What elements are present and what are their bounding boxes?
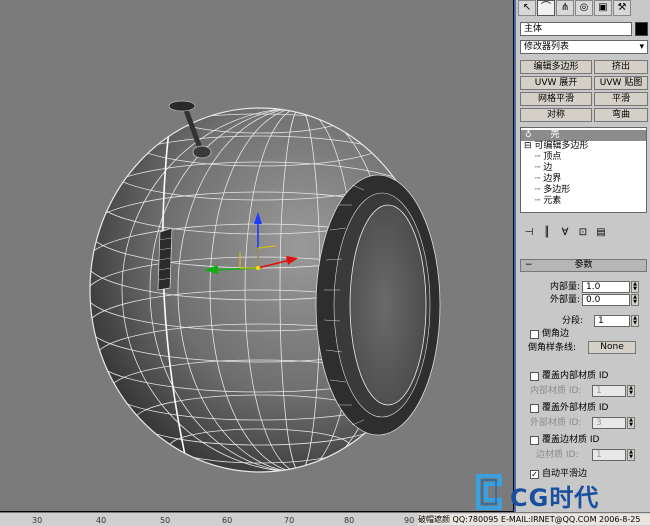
segments-spinner[interactable]: ▲ ▼ [631, 315, 639, 327]
modifier-button-extrude[interactable]: 挤出 [594, 60, 648, 74]
make-unique-icon[interactable]: ∀ [558, 226, 572, 239]
hierarchy-tab-icon[interactable]: ⋔ [556, 0, 574, 16]
create-tab-icon[interactable]: ↖ [518, 0, 536, 16]
modifier-button-bend[interactable]: 弯曲 [594, 108, 648, 122]
inner-amount-field[interactable]: 1.0 [582, 281, 630, 293]
stack-subobject-element[interactable]: ┈ 元素 [535, 196, 561, 207]
override-outer-mat-checkbox[interactable] [530, 404, 539, 413]
inner-mat-label: 内部材质 ID: [530, 386, 582, 396]
bevel-edges-checkbox[interactable] [530, 330, 539, 339]
outer-mat-label: 外部材质 ID: [530, 418, 582, 428]
override-edge-mat-checkbox[interactable] [530, 436, 539, 445]
stack-subobject-polygon[interactable]: ┈ 多边形 [535, 185, 570, 196]
modifier-button-uvw-map[interactable]: UVW 贴图 [594, 76, 648, 90]
configure-sets-icon[interactable]: ▤ [594, 226, 608, 239]
outer-amount-spinner[interactable]: ▲ ▼ [631, 294, 639, 306]
stack-subobject-border-label: 边界 [543, 174, 562, 184]
bevel-spline-label: 倒角样条线: [528, 343, 577, 353]
bevel-edges-label: 倒角边 [542, 329, 570, 339]
override-outer-mat-label: 覆盖外部材质 ID [542, 403, 609, 413]
perspective-viewport[interactable] [0, 0, 514, 512]
modifier-button-uvw-unwrap[interactable]: UVW 展开 [520, 76, 592, 90]
command-panel: ↖ ⌒ ⋔ ◎ ▣ ⚒ 主体 修改器列表 ▾ 编辑多边形 挤出 UVW 展开 U… [514, 0, 650, 512]
display-tab-icon[interactable]: ▣ [594, 0, 612, 16]
edge-mat-spinner[interactable]: ▲ ▼ [627, 449, 635, 461]
segments-field[interactable]: 1 [594, 315, 630, 327]
command-panel-tabs: ↖ ⌒ ⋔ ◎ ▣ ⚒ [518, 0, 648, 18]
viewport-scene [89, 100, 441, 473]
pin-stack-icon[interactable]: ⊣ [522, 226, 536, 239]
stack-subobject-vertex-label: 顶点 [543, 152, 562, 162]
stack-tools: ⊣ ║ ∀ ⊡ ▤ [522, 226, 646, 240]
watermark-footer: 破帽遮颜 QQ:780095 E-MAIL:IRNET@QQ.COM 2006-… [418, 514, 650, 525]
shell-opening [315, 174, 441, 436]
modifier-list-label: 修改器列表 [524, 42, 570, 52]
outer-amount-label: 外部量: [550, 295, 581, 305]
parameters-rollout-header[interactable]: − 参数 [520, 259, 647, 272]
parameters-rollout-title: 参数 [574, 260, 593, 270]
stack-item-editable-poly-label: 可编辑多边形 [534, 141, 589, 151]
modifier-button-meshsmooth[interactable]: 网格平滑 [520, 92, 592, 106]
inner-amount-label: 内部量: [550, 282, 581, 292]
ruler-tick: 90 [404, 516, 415, 525]
edge-mat-label: 边材质 ID: [536, 450, 579, 460]
modifier-list-dropdown[interactable]: 修改器列表 ▾ [520, 40, 648, 54]
stack-subobject-edge-label: 边 [543, 163, 553, 173]
ruler-tick: 70 [284, 516, 295, 525]
utilities-tab-icon[interactable]: ⚒ [613, 0, 631, 16]
rollout-collapse-icon: − [525, 260, 533, 270]
inner-amount-spinner[interactable]: ▲ ▼ [631, 281, 639, 293]
modifier-button-symmetry[interactable]: 对称 [520, 108, 592, 122]
bevel-spline-button[interactable]: None [588, 341, 636, 354]
remove-modifier-icon[interactable]: ⊡ [576, 226, 590, 239]
stack-subobject-polygon-label: 多边形 [543, 185, 571, 195]
inner-mat-field[interactable]: 1 [592, 385, 626, 397]
ruler-tick: 50 [160, 516, 171, 525]
stack-subobject-vertex[interactable]: ┈ 顶点 [535, 152, 561, 163]
outer-amount-field[interactable]: 0.0 [582, 294, 630, 306]
modifier-button-edit-poly[interactable]: 编辑多边形 [520, 60, 592, 74]
collapse-icon[interactable]: ⊟ [524, 141, 532, 151]
object-color-swatch[interactable] [635, 22, 648, 36]
show-end-result-icon[interactable]: ║ [540, 226, 554, 239]
override-inner-mat-label: 覆盖内部材质 ID [542, 371, 609, 381]
chevron-down-icon: ▾ [639, 42, 644, 52]
inner-mat-spinner[interactable]: ▲ ▼ [627, 385, 635, 397]
stack-item-shell-label: 壳 [550, 130, 560, 140]
object-name-field[interactable]: 主体 [520, 22, 632, 36]
ruler-tick: 80 [344, 516, 355, 525]
segments-label: 分段: [562, 316, 584, 326]
override-inner-mat-checkbox[interactable] [530, 372, 539, 381]
motion-tab-icon[interactable]: ◎ [575, 0, 593, 16]
ruler-tick: 40 [96, 516, 107, 525]
outer-mat-spinner[interactable]: ▲ ▼ [627, 417, 635, 429]
outer-mat-field[interactable]: 3 [592, 417, 626, 429]
ruler-tick: 30 [32, 516, 43, 525]
modifier-button-smooth[interactable]: 平滑 [594, 92, 648, 106]
modify-tab-icon[interactable]: ⌒ [537, 0, 555, 16]
stack-subobject-edge[interactable]: ┈ 边 [535, 163, 552, 174]
side-latch [157, 227, 173, 291]
lightbulb-icon[interactable]: ♁ [525, 130, 532, 140]
stack-item-shell[interactable]: ♁ 壳 [521, 130, 646, 141]
edge-mat-field[interactable]: 1 [592, 449, 626, 461]
override-edge-mat-label: 覆盖边材质 ID [542, 435, 600, 445]
stack-subobject-element-label: 元素 [543, 196, 562, 206]
stack-item-editable-poly[interactable]: ⊟ 可编辑多边形 [521, 141, 588, 152]
stack-subobject-border[interactable]: ┈ 边界 [535, 174, 561, 185]
watermark-logo-text: CG时代 [510, 484, 600, 512]
modifier-stack-list[interactable]: ♁ 壳 ⊟ 可编辑多边形 ┈ 顶点 ┈ 边 ┈ 边界 ┈ 多边形 ┈ 元素 [520, 127, 647, 213]
ruler-tick: 60 [222, 516, 233, 525]
